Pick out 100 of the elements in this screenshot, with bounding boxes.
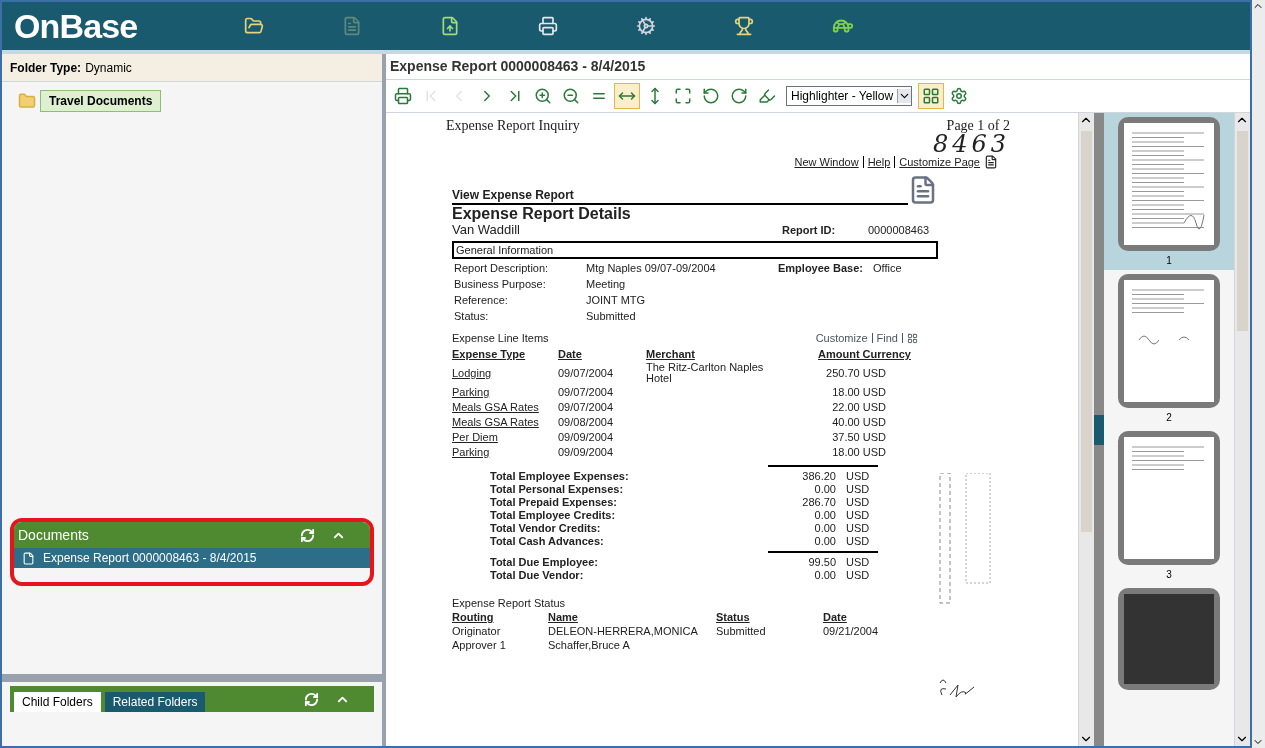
report-heading: Expense Report Details (452, 205, 632, 223)
total-currency: USD (846, 470, 870, 483)
column-header: Merchant (646, 347, 696, 361)
field-value: Meeting (586, 277, 627, 291)
column-header: Date (823, 610, 847, 624)
table-cell: 09/21/2004 (823, 624, 879, 638)
folder-icon[interactable] (244, 16, 264, 36)
total-label: Total Employee Expenses: (490, 470, 630, 483)
column-header: Amount Currency (818, 347, 911, 361)
total-currency: USD (846, 509, 870, 522)
scrollbar[interactable] (1234, 113, 1250, 746)
column-header: Date (558, 347, 583, 361)
total-currency: USD (846, 569, 870, 582)
total-amount: 0.00 (813, 509, 836, 522)
document-link[interactable]: Customize Page (899, 155, 980, 169)
document-link[interactable]: Find (876, 331, 898, 345)
column-header: Status (716, 610, 751, 624)
expense-type-link[interactable]: Per Diem (452, 430, 558, 444)
total-label: Total Vendor Credits: (490, 522, 602, 535)
upload-icon[interactable] (440, 16, 460, 36)
toolbar-button[interactable] (918, 83, 945, 109)
total-amount: 0.00 (813, 535, 836, 548)
thumbnail-label: 1 (1166, 254, 1172, 268)
grid-icon (907, 332, 918, 344)
caret-icon (897, 89, 912, 103)
table-cell-text: DELEON-HERRERA,MONICA (548, 624, 699, 638)
rotate-right-icon (730, 87, 748, 105)
total-amount: 99.50 (807, 556, 836, 569)
field-label: Status: (453, 309, 490, 323)
subsection-title: Expense Line Items (452, 331, 549, 345)
scrollbar-thumb[interactable] (1081, 131, 1092, 532)
folder-tab[interactable]: Related Folders (104, 692, 206, 712)
total-amount: 0.00 (813, 522, 836, 535)
print-icon[interactable] (538, 16, 558, 36)
folder-type-label: Folder Type: (10, 59, 82, 77)
document-list-item[interactable]: Expense Report 0000008463 - 8/4/2015 (14, 548, 370, 568)
scrollbar[interactable] (1078, 113, 1094, 746)
zoom-in-icon (534, 87, 552, 105)
document-link[interactable]: Customize (815, 331, 868, 345)
splitter-handle[interactable] (1094, 113, 1104, 746)
fit-page-icon (674, 87, 692, 105)
total-label: Total Prepaid Expenses: (490, 496, 618, 509)
logo: OnBase (14, 5, 139, 47)
total-currency: USD (846, 535, 870, 548)
table-cell-text: 18.00 USD (831, 445, 886, 459)
field-value: Office (873, 261, 902, 275)
trophy-icon[interactable] (734, 16, 754, 36)
section-box: General Information (452, 241, 938, 259)
field-label: Report Description: (453, 261, 550, 275)
total-label: Total Cash Advances: (490, 535, 605, 548)
toolbar-button[interactable] (614, 83, 640, 109)
grid-icon (922, 87, 941, 105)
total-amount: 0.00 (813, 569, 836, 582)
table-cell-text: Approver 1 (452, 638, 507, 652)
document-header: Expense Report Inquiry (446, 119, 580, 135)
document-link[interactable]: Help (867, 155, 891, 169)
expense-type-link[interactable]: Meals GSA Rates (452, 400, 558, 414)
folder-tab[interactable]: Child Folders (14, 692, 101, 712)
thumbnail-label: 2 (1166, 411, 1172, 425)
column-header: Routing (452, 610, 495, 624)
table-cell-text: 250.70 USD (825, 366, 886, 380)
thumbnail[interactable]: 1 (1104, 113, 1234, 270)
table-cell-text: 09/08/2004 (558, 415, 615, 429)
settings-icon (950, 87, 969, 105)
field-value: 0000008463 (868, 223, 931, 237)
total-currency: USD (846, 522, 870, 535)
folder-icon (18, 92, 36, 110)
document-link[interactable]: New Window (794, 155, 859, 169)
expense-type-link[interactable]: Meals GSA Rates (452, 415, 558, 429)
field-value: Submitted (586, 309, 637, 323)
page-number: Page 1 of 2 (946, 119, 1010, 133)
table-cell-text: 18.00 USD (831, 385, 886, 399)
field-label: Business Purpose: (453, 277, 547, 291)
scrollbar-thumb[interactable] (1237, 131, 1248, 331)
table-cell: Submitted (716, 625, 766, 637)
panel-title: Documents (18, 525, 89, 545)
total-amount: 0.00 (813, 483, 836, 496)
highlighter-icon (758, 87, 776, 105)
expense-type-link[interactable]: Lodging (452, 366, 558, 380)
expense-type-link[interactable]: Parking (452, 445, 558, 459)
subsection-title: Expense Report Status (452, 596, 567, 610)
field-value: JOINT MTG (586, 293, 647, 307)
table-cell-text: 09/09/2004 (558, 430, 615, 444)
thumbnail-label: 3 (1166, 568, 1172, 582)
refresh-icon[interactable] (300, 527, 315, 543)
highlighter-dropdown[interactable]: Highlighter - Yellow (786, 86, 913, 106)
field-label: Reference: (453, 293, 509, 307)
total-label: Total Due Vendor: (490, 569, 585, 582)
zoom-out-icon (562, 87, 580, 105)
table-cell-text: 40.00 USD (831, 415, 886, 429)
employee-name: Van Waddill (452, 223, 521, 237)
table-cell-text: 37.50 USD (831, 430, 886, 444)
total-label: Total Personal Expenses: (490, 483, 625, 496)
total-currency: USD (846, 483, 870, 496)
table-cell-text: 09/07/2004 (558, 385, 615, 399)
column-header: Name (548, 610, 579, 624)
refresh-icon[interactable] (304, 691, 319, 707)
rotate-left-icon (702, 87, 720, 105)
expense-type-link[interactable]: Parking (452, 385, 558, 399)
tree-item[interactable]: Travel Documents (40, 90, 162, 112)
